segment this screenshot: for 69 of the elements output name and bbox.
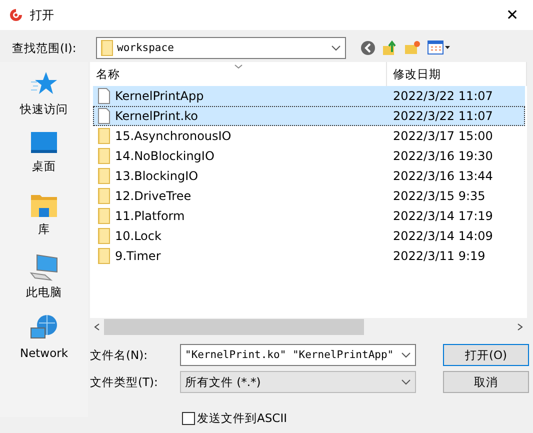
checkbox[interactable] [182, 412, 195, 425]
logo-icon [8, 8, 24, 22]
caret-icon [401, 352, 411, 358]
folder-icon [98, 228, 110, 244]
computer-icon [29, 253, 59, 281]
sidebar-item[interactable]: 快速访问 [20, 102, 68, 117]
sidebar-item[interactable]: 此电脑 [26, 285, 62, 300]
window-title: 打开 [30, 6, 55, 24]
file-type-label: 文件类型(T): [90, 374, 159, 390]
modified-date: 2022/3/16 13:44 [393, 169, 493, 183]
look-in-dropdown[interactable]: workspace [96, 37, 346, 59]
modified-date: 2022/3/22 11:07 [393, 89, 493, 103]
file-name: 11.Platform [115, 209, 185, 223]
sort-caret-icon [234, 64, 243, 69]
up-folder-icon[interactable] [382, 40, 398, 56]
checkbox-label[interactable]: 发送文件到ASCII [197, 411, 287, 426]
modified-date: 2022/3/15 9:35 [393, 189, 486, 203]
scroll-left-icon[interactable] [94, 323, 100, 331]
back-icon[interactable] [360, 40, 376, 56]
modified-date: 2022/3/14 17:19 [393, 209, 493, 223]
sidebar-item[interactable]: 桌面 [32, 159, 56, 174]
folder-icon [98, 208, 110, 224]
file-icon [98, 88, 110, 104]
file-name: KernelPrintApp [115, 89, 204, 103]
folder-icon [98, 188, 110, 204]
modified-date: 2022/3/22 11:07 [393, 109, 493, 123]
file-row[interactable]: KernelPrint.ko 2022/3/22 11:07 [93, 106, 525, 126]
file-name: 15.AsynchronousIO [115, 129, 232, 143]
look-in-label: 查找范围(I): [12, 40, 78, 56]
modified-date: 2022/3/14 14:09 [393, 229, 493, 243]
cancel-button[interactable]: 取消 [443, 371, 529, 393]
folder-icon [98, 168, 110, 184]
open-button[interactable]: 打开(O) [443, 344, 529, 366]
file-name: 13.BlockingIO [115, 169, 198, 183]
file-name-label: 文件名(N): [90, 348, 148, 362]
folder-icon [98, 148, 110, 164]
view-menu-icon[interactable] [427, 40, 451, 56]
caret-icon [401, 379, 411, 385]
file-name: 12.DriveTree [115, 189, 192, 203]
caret-icon [331, 45, 341, 51]
modified-date: 2022/3/16 19:30 [393, 149, 493, 163]
file-row[interactable]: 12.DriveTree 2022/3/15 9:35 [93, 186, 525, 206]
folder-icon [30, 192, 58, 218]
file-name: 14.NoBlockingIO [115, 149, 214, 163]
folder-icon [98, 128, 110, 144]
file-row[interactable]: 11.Platform 2022/3/14 17:19 [93, 206, 525, 226]
sidebar-item[interactable]: Network [20, 346, 68, 360]
file-name: KernelPrint.ko [115, 109, 198, 123]
monitor-icon [30, 131, 58, 155]
folder-icon [98, 248, 110, 264]
file-row[interactable]: 15.AsynchronousIO 2022/3/17 15:00 [93, 126, 525, 146]
file-icon [98, 108, 110, 124]
file-name: 10.Lock [115, 229, 162, 243]
file-row[interactable]: 13.BlockingIO 2022/3/16 13:44 [93, 166, 525, 186]
close-button[interactable]: ✕ [500, 6, 525, 24]
file-row[interactable]: 14.NoBlockingIO 2022/3/16 19:30 [93, 146, 525, 166]
sidebar-item[interactable]: 库 [38, 222, 50, 237]
file-type-dropdown[interactable]: 所有文件 (*.*) [180, 371, 416, 393]
modified-date: 2022/3/17 15:00 [393, 129, 493, 143]
scrollbar-thumb[interactable] [104, 319, 364, 335]
scroll-right-icon[interactable] [517, 323, 523, 331]
new-folder-icon[interactable] [404, 40, 421, 56]
file-row[interactable]: 10.Lock 2022/3/14 14:09 [93, 226, 525, 246]
file-name: 9.Timer [115, 249, 161, 263]
file-name-field[interactable]: "KernelPrint.ko" "KernelPrintApp" [180, 344, 416, 366]
modified-date: 2022/3/11 9:19 [393, 249, 486, 263]
file-row[interactable]: KernelPrintApp 2022/3/22 11:07 [93, 86, 525, 106]
folder-icon [101, 40, 113, 56]
file-row[interactable]: 9.Timer 2022/3/11 9:19 [93, 246, 525, 266]
